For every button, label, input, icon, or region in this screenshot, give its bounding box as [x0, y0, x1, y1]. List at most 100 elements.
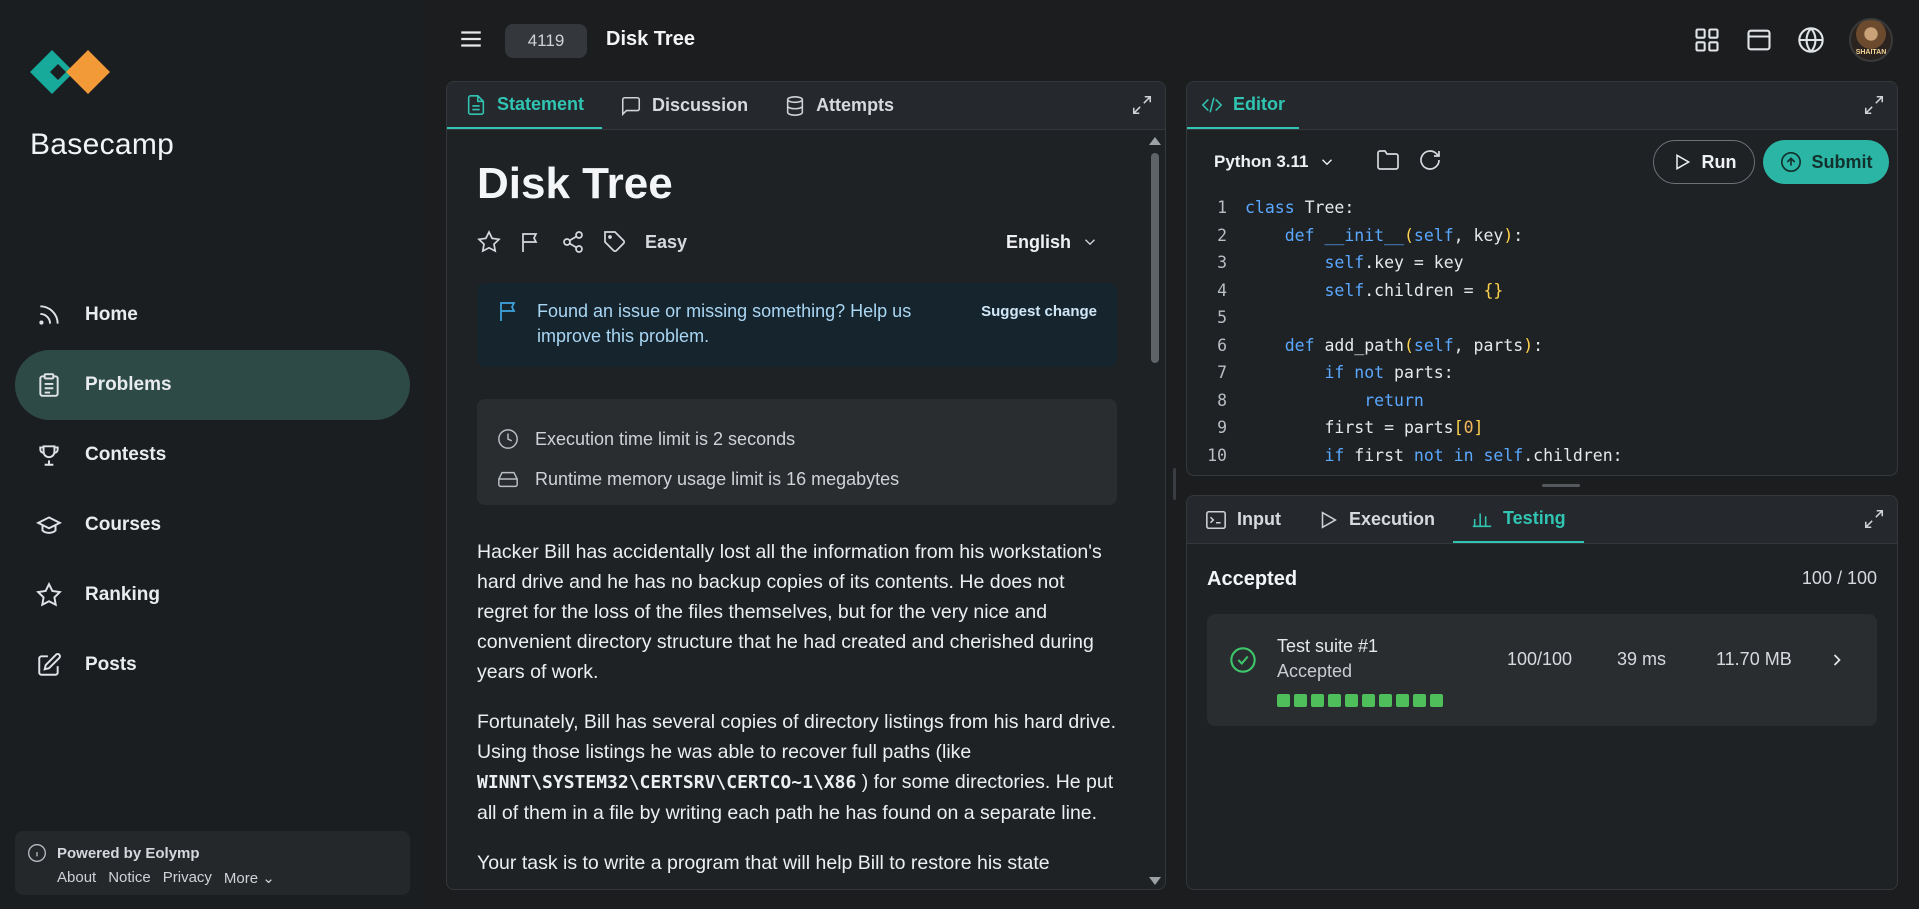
tab-testing-label: Testing	[1503, 508, 1566, 528]
expand-statement-button[interactable]	[1131, 94, 1153, 121]
code-line: 7 if not parts:	[1217, 363, 1454, 383]
time-limit: Execution time limit is 2 seconds	[497, 419, 1097, 459]
statement-panel: Statement Discussion Attempts Disk Tree …	[446, 81, 1166, 890]
reset-code-button[interactable]	[1418, 148, 1442, 177]
play-icon	[1675, 154, 1690, 170]
tab-statement[interactable]: Statement	[447, 82, 603, 129]
vertical-splitter[interactable]	[1173, 468, 1176, 500]
play-icon	[1321, 510, 1337, 529]
language-select-value: English	[1005, 231, 1071, 252]
hamburger-menu-icon[interactable]	[458, 26, 484, 52]
expand-icon	[1864, 95, 1884, 115]
clock-icon	[498, 429, 518, 449]
tab-editor-label: Editor	[1233, 94, 1285, 114]
suggest-change-button[interactable]: Suggest change	[981, 303, 1097, 351]
language-version-select[interactable]: Python 3.11	[1214, 152, 1336, 172]
problem-title-header: Disk Tree	[606, 28, 695, 50]
tab-attempts[interactable]: Attempts	[766, 82, 912, 129]
basecamp-logo[interactable]	[30, 42, 110, 102]
submit-button[interactable]: Submit	[1763, 140, 1889, 184]
footer-link-more[interactable]: More ⌄	[224, 869, 275, 887]
scroll-thumb[interactable]	[1151, 153, 1159, 363]
code-line: 3 self.key = key	[1217, 253, 1464, 273]
expand-icon	[1132, 95, 1152, 115]
tag-icon[interactable]	[603, 230, 627, 254]
tab-testing[interactable]: Testing	[1453, 496, 1584, 543]
suite-status: Accepted	[1277, 661, 1353, 681]
code-line: 10 if first not in self.children:	[1207, 445, 1623, 465]
nav-label-home: Home	[85, 304, 138, 325]
database-icon	[786, 95, 804, 116]
test-passed-block	[1430, 694, 1443, 707]
test-passed-block	[1379, 694, 1392, 707]
language-select[interactable]: English	[1006, 232, 1099, 253]
upload-circle-icon	[1780, 152, 1801, 172]
test-passed-block	[1311, 694, 1324, 707]
results-tabs: Input Execution Testing	[1187, 496, 1897, 544]
test-passed-block	[1328, 694, 1341, 707]
statement-paragraph-1: Hacker Bill has accidentally lost all th…	[477, 541, 1102, 683]
tab-attempts-label: Attempts	[816, 95, 895, 115]
star-icon[interactable]	[477, 230, 501, 254]
submit-label: Submit	[1811, 151, 1873, 172]
chevron-down-icon	[1085, 239, 1095, 246]
brand-name: Basecamp	[30, 128, 175, 161]
graduation-cap-icon	[35, 511, 63, 539]
nav-item-courses[interactable]: Courses	[15, 490, 410, 560]
sidebar: Basecamp Home Problems Contests Courses …	[0, 0, 424, 909]
apps-grid-icon[interactable]	[1693, 26, 1721, 54]
footer-link-about[interactable]: About	[57, 869, 96, 887]
run-label: Run	[1701, 151, 1737, 172]
test-suite-row[interactable]: Test suite #1 Accepted 100/100 39 ms 11.…	[1207, 614, 1877, 726]
tab-input[interactable]: Input	[1187, 496, 1299, 543]
tab-editor[interactable]: Editor	[1187, 82, 1299, 129]
edit-icon	[35, 651, 63, 679]
nav-item-home[interactable]: Home	[15, 280, 410, 350]
issue-banner: Found an issue or missing something? Hel…	[477, 283, 1117, 367]
nav-item-ranking[interactable]: Ranking	[15, 560, 410, 630]
statement-tabs: Statement Discussion Attempts	[447, 82, 1165, 130]
memory-limit-text: Runtime memory usage limit is 16 megabyt…	[535, 468, 900, 489]
flag-icon[interactable]	[519, 230, 543, 254]
nav-item-contests[interactable]: Contests	[15, 420, 410, 490]
horizontal-splitter[interactable]	[1542, 484, 1580, 487]
footer-link-notice[interactable]: Notice	[108, 869, 151, 887]
editor-toolbar: Python 3.11 Run Submit	[1187, 131, 1897, 193]
expand-editor-button[interactable]	[1863, 94, 1885, 121]
chevron-right-icon[interactable]	[1827, 650, 1847, 675]
main-nav: Home Problems Contests Courses Ranking P…	[15, 280, 410, 700]
test-passed-block	[1294, 694, 1307, 707]
footer-link-privacy[interactable]: Privacy	[163, 869, 212, 887]
tab-discussion[interactable]: Discussion	[602, 82, 766, 129]
user-avatar[interactable]: SHAITAN	[1849, 18, 1893, 62]
window-icon[interactable]	[1745, 26, 1773, 54]
statement-scrollbar[interactable]	[1148, 131, 1162, 889]
suite-name: Test suite #1	[1277, 636, 1379, 656]
flag-icon	[500, 302, 516, 321]
nav-item-problems[interactable]: Problems	[15, 350, 410, 420]
globe-icon[interactable]	[1797, 26, 1825, 54]
tab-execution[interactable]: Execution	[1299, 496, 1453, 543]
run-button[interactable]: Run	[1653, 140, 1755, 184]
nav-item-posts[interactable]: Posts	[15, 630, 410, 700]
para2-text-a: Fortunately, Bill has several copies of …	[477, 711, 1117, 763]
statement-body: Disk Tree Easy English Found an issue or…	[447, 131, 1147, 889]
scroll-up-arrow[interactable]	[1149, 137, 1161, 145]
code-line: 1 class Tree:	[1217, 198, 1355, 218]
suite-memory: 11.70 MB	[1716, 649, 1792, 669]
test-passed-block	[1277, 694, 1290, 707]
hard-drive-icon	[498, 471, 518, 488]
issue-text: Found an issue or missing something? Hel…	[537, 301, 912, 346]
test-passed-block	[1413, 694, 1426, 707]
code-editor[interactable]: 1 class Tree: 2 def __init__(self, key): …	[1187, 194, 1897, 475]
footer-more-label: More	[223, 870, 259, 887]
scroll-down-arrow[interactable]	[1149, 877, 1161, 885]
info-icon	[28, 844, 46, 862]
expand-results-button[interactable]	[1863, 508, 1885, 535]
share-icon[interactable]	[561, 230, 585, 254]
suite-score: 100/100	[1507, 649, 1573, 669]
editor-panel: Editor Python 3.11 Run Submit 1 class Tre…	[1186, 81, 1898, 476]
memory-limit: Runtime memory usage limit is 16 megabyt…	[497, 459, 1097, 499]
open-folder-button[interactable]	[1376, 148, 1400, 177]
statement-paragraph-3: Your task is to write a program that wil…	[477, 852, 1050, 874]
